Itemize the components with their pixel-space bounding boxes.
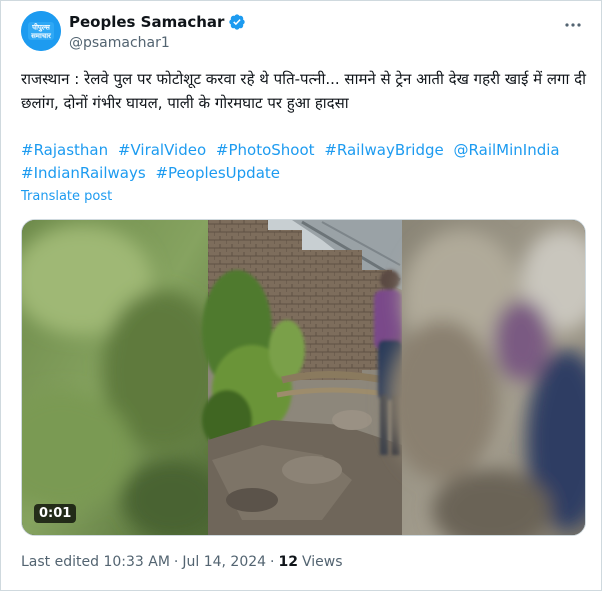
avatar[interactable]: पीपुल्स समाचार	[21, 11, 61, 51]
video-duration-badge: 0:01	[34, 504, 77, 523]
center-frame	[202, 220, 412, 535]
views-count: 12	[278, 554, 298, 570]
hashtag-link[interactable]: #ViralVideo	[118, 141, 206, 159]
translate-post-link[interactable]: Translate post	[21, 189, 112, 204]
hashtag-list: #Rajasthan #ViralVideo #PhotoShoot #Rail…	[21, 139, 587, 185]
verified-badge-icon	[228, 13, 246, 31]
post-date[interactable]: Jul 14, 2024	[182, 554, 266, 570]
hashtag-link[interactable]: #PeoplesUpdate	[155, 164, 280, 182]
more-options-icon[interactable]	[561, 13, 585, 37]
last-edited-timestamp[interactable]: Last edited 10:33 AM	[21, 554, 170, 570]
hashtag-link[interactable]: #Rajasthan	[21, 141, 108, 159]
tweet-text: राजस्थान : रेलवे पुल पर फोटोशूट करवा रहे…	[21, 70, 586, 112]
meta-separator: ·	[270, 554, 275, 570]
avatar-logo-icon: पीपुल्स समाचार	[21, 11, 61, 51]
meta-separator: ·	[173, 554, 179, 570]
video-player[interactable]: 0:01	[21, 219, 586, 536]
avatar-text-top: पीपुल्स	[31, 23, 50, 33]
tweet-header: पीपुल्स समाचार Peoples Samachar @psamach…	[21, 11, 587, 57]
display-name[interactable]: Peoples Samachar	[69, 13, 224, 31]
hashtag-link[interactable]: #IndianRailways	[21, 164, 146, 182]
handle[interactable]: @psamachar1	[69, 35, 170, 51]
views-label: Views	[301, 554, 343, 570]
tweet-card: पीपुल्स समाचार Peoples Samachar @psamach…	[0, 0, 602, 591]
avatar-text-bottom: समाचार	[30, 32, 52, 40]
name-line: Peoples Samachar	[69, 13, 246, 31]
video-frame	[22, 220, 585, 535]
left-blur-band	[22, 220, 222, 535]
mention-link[interactable]: @RailMinIndia	[454, 141, 560, 159]
hashtag-link[interactable]: #PhotoShoot	[216, 141, 315, 159]
right-blur-band	[387, 220, 585, 535]
hashtag-link[interactable]: #RailwayBridge	[324, 141, 443, 159]
tweet-meta: Last edited 10:33 AM · Jul 14, 2024 · 12…	[21, 554, 343, 570]
